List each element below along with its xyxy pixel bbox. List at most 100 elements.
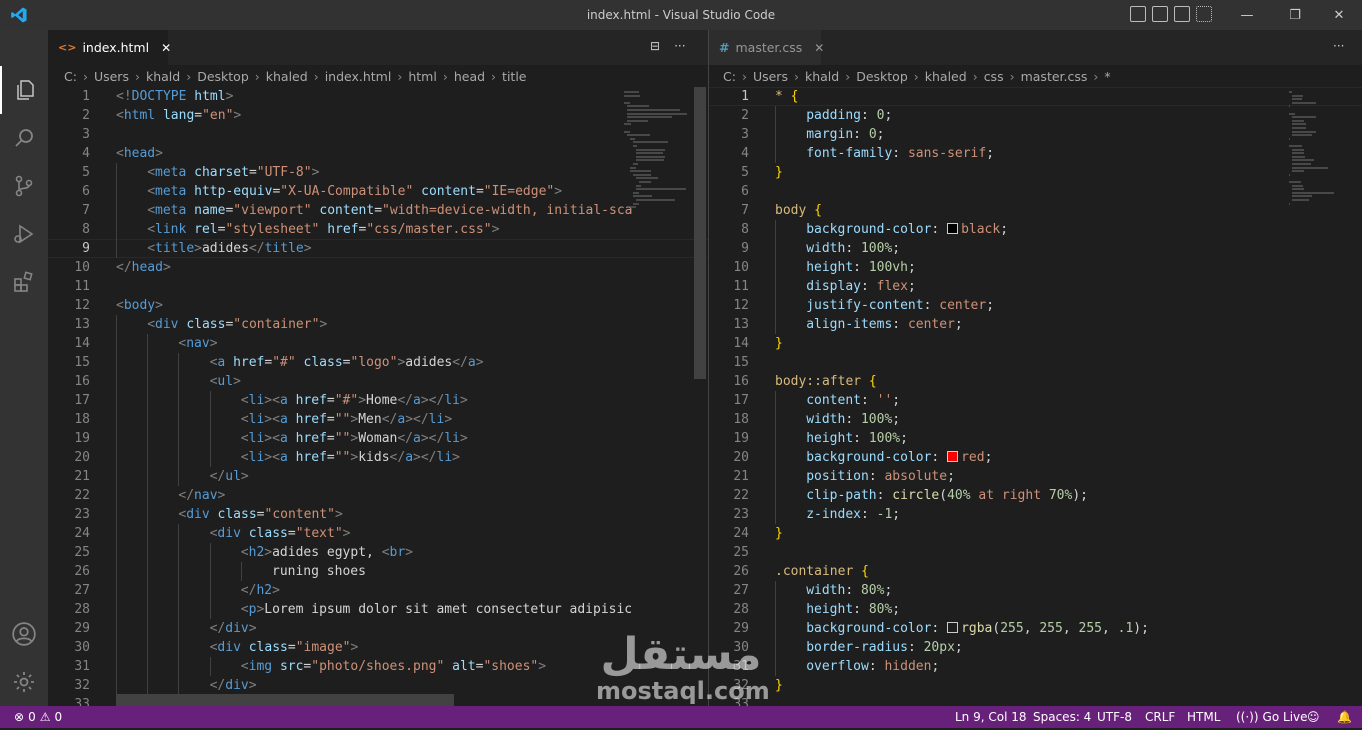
breadcrumb-separator-icon: › bbox=[442, 68, 448, 84]
encoding[interactable]: UTF-8 bbox=[1097, 710, 1132, 724]
code-token: '' bbox=[876, 393, 893, 408]
code-token: .1 bbox=[1117, 621, 1134, 636]
line-number: 1 bbox=[82, 89, 90, 104]
source-control-icon[interactable] bbox=[0, 162, 48, 210]
cursor-position[interactable]: Ln 9, Col 18 bbox=[955, 710, 1027, 724]
close-tab-icon[interactable]: ✕ bbox=[814, 41, 824, 55]
search-icon[interactable] bbox=[0, 114, 48, 162]
code-token: background-color bbox=[806, 621, 932, 636]
split-editor-icon[interactable]: ⊟ bbox=[650, 39, 660, 53]
explorer-icon[interactable] bbox=[0, 66, 48, 114]
code-line: 28 <p>Lorem ipsum dolor sit amet consecte… bbox=[48, 600, 708, 619]
code-token: : bbox=[853, 602, 869, 617]
go-live-button[interactable]: ((·)) Go Live bbox=[1236, 710, 1308, 724]
indent-guide bbox=[116, 619, 117, 638]
breadcrumb-item[interactable]: C: bbox=[723, 69, 736, 84]
code-token: "photo/shoes.png" bbox=[311, 659, 445, 674]
code-token: content bbox=[806, 393, 861, 408]
code-token: : bbox=[853, 260, 869, 275]
code-token: } bbox=[775, 165, 783, 180]
code-token: html bbox=[194, 89, 226, 104]
code-token: font-family bbox=[806, 146, 893, 161]
code-line: 15 bbox=[709, 353, 1362, 372]
code-text: body::after { bbox=[775, 372, 877, 391]
indent-guide bbox=[147, 467, 149, 486]
line-ending[interactable]: CRLF bbox=[1145, 710, 1175, 724]
breadcrumb-item[interactable]: C: bbox=[64, 69, 77, 84]
code-line: 16 body::after { bbox=[709, 372, 1362, 391]
code-line: 10 </head> bbox=[48, 258, 708, 277]
feedback-icon[interactable]: ☺ bbox=[1307, 710, 1320, 724]
color-swatch-icon[interactable] bbox=[947, 622, 959, 633]
run-debug-icon[interactable] bbox=[0, 210, 48, 258]
minimap[interactable] bbox=[1283, 87, 1349, 706]
breadcrumb-item[interactable]: * bbox=[1104, 69, 1110, 84]
toggle-panel-icon[interactable] bbox=[1152, 6, 1168, 22]
code-token: = bbox=[326, 412, 335, 427]
breadcrumb-item[interactable]: Desktop bbox=[197, 69, 249, 84]
code-token: = bbox=[475, 184, 484, 199]
code-text: display: flex; bbox=[806, 277, 916, 296]
breadcrumb-item[interactable]: khald bbox=[146, 69, 180, 84]
settings-gear-icon[interactable] bbox=[0, 658, 48, 706]
code-token: : bbox=[923, 298, 940, 313]
code-token: sans-serif bbox=[907, 146, 987, 161]
breadcrumb-separator-icon: › bbox=[82, 68, 88, 84]
breadcrumb-item[interactable]: Users bbox=[753, 69, 788, 84]
notifications-bell-icon[interactable]: 🔔 bbox=[1337, 710, 1352, 724]
code-token: : bbox=[860, 279, 877, 294]
breadcrumb-item[interactable]: css bbox=[984, 69, 1004, 84]
code-text: <link rel="stylesheet" href="css/master.… bbox=[147, 220, 499, 239]
breadcrumb-item[interactable]: html bbox=[408, 69, 436, 84]
extensions-icon[interactable] bbox=[0, 258, 48, 306]
indent-guide bbox=[147, 353, 149, 372]
line-number: 10 bbox=[733, 260, 749, 275]
breadcrumb-item[interactable]: master.css bbox=[1021, 69, 1088, 84]
restore-button[interactable]: ❐ bbox=[1272, 0, 1318, 30]
tab-master-css[interactable]: # master.css ✕ bbox=[709, 30, 824, 65]
minimap-line bbox=[1292, 101, 1316, 104]
minimap[interactable] bbox=[618, 87, 694, 706]
breadcrumb-item[interactable]: title bbox=[502, 69, 526, 84]
code-token: : bbox=[868, 659, 885, 674]
breadcrumb-item[interactable]: khald bbox=[805, 69, 839, 84]
code-token: content bbox=[421, 184, 476, 199]
minimize-button[interactable]: — bbox=[1224, 0, 1270, 30]
code-line: 6 <meta http-equiv = "X-UA-Compatible" cont… bbox=[48, 182, 708, 201]
breadcrumb-item[interactable]: head bbox=[454, 69, 485, 84]
problems-indicator[interactable]: ⊗ 0 ⚠ 0 bbox=[14, 710, 62, 724]
color-swatch-icon[interactable] bbox=[947, 223, 959, 234]
vertical-scrollbar[interactable] bbox=[694, 87, 706, 379]
breadcrumb-item[interactable]: Users bbox=[94, 69, 129, 84]
breadcrumb-item[interactable]: khaled bbox=[925, 69, 967, 84]
toggle-sidebar-icon[interactable] bbox=[1130, 6, 1146, 22]
tab-index-html[interactable]: <> index.html ✕ bbox=[48, 30, 171, 65]
close-tab-icon[interactable]: ✕ bbox=[161, 41, 171, 55]
code-line: 21 position: absolute; bbox=[709, 467, 1362, 486]
breadcrumb-item[interactable]: Desktop bbox=[856, 69, 908, 84]
more-actions-icon[interactable]: ··· bbox=[1333, 39, 1344, 53]
code-token: < bbox=[240, 545, 249, 560]
indent-guide bbox=[178, 391, 180, 410]
color-swatch-icon[interactable] bbox=[947, 451, 959, 462]
minimap-line bbox=[639, 181, 651, 183]
line-number: 9 bbox=[741, 241, 749, 256]
code-line: 30 border-radius: 20px; bbox=[709, 638, 1362, 657]
accounts-icon[interactable] bbox=[0, 610, 48, 658]
language-mode[interactable]: HTML bbox=[1187, 710, 1220, 724]
breadcrumb-separator-icon: › bbox=[313, 68, 319, 84]
code-token: 80% bbox=[860, 583, 885, 598]
code-line: 1 * { bbox=[709, 87, 1362, 106]
indentation[interactable]: Spaces: 4 bbox=[1033, 710, 1091, 724]
toggle-secondary-sidebar-icon[interactable] bbox=[1174, 6, 1190, 22]
horizontal-scrollbar[interactable] bbox=[116, 694, 454, 706]
code-token: ></ bbox=[420, 431, 445, 446]
indent-guide bbox=[775, 296, 776, 315]
code-token: head bbox=[131, 260, 163, 275]
close-window-button[interactable]: ✕ bbox=[1316, 0, 1362, 30]
more-actions-icon[interactable]: ··· bbox=[674, 39, 685, 53]
breadcrumb-item[interactable]: khaled bbox=[266, 69, 308, 84]
customize-layout-icon[interactable] bbox=[1196, 6, 1212, 22]
breadcrumb-item[interactable]: index.html bbox=[325, 69, 392, 84]
